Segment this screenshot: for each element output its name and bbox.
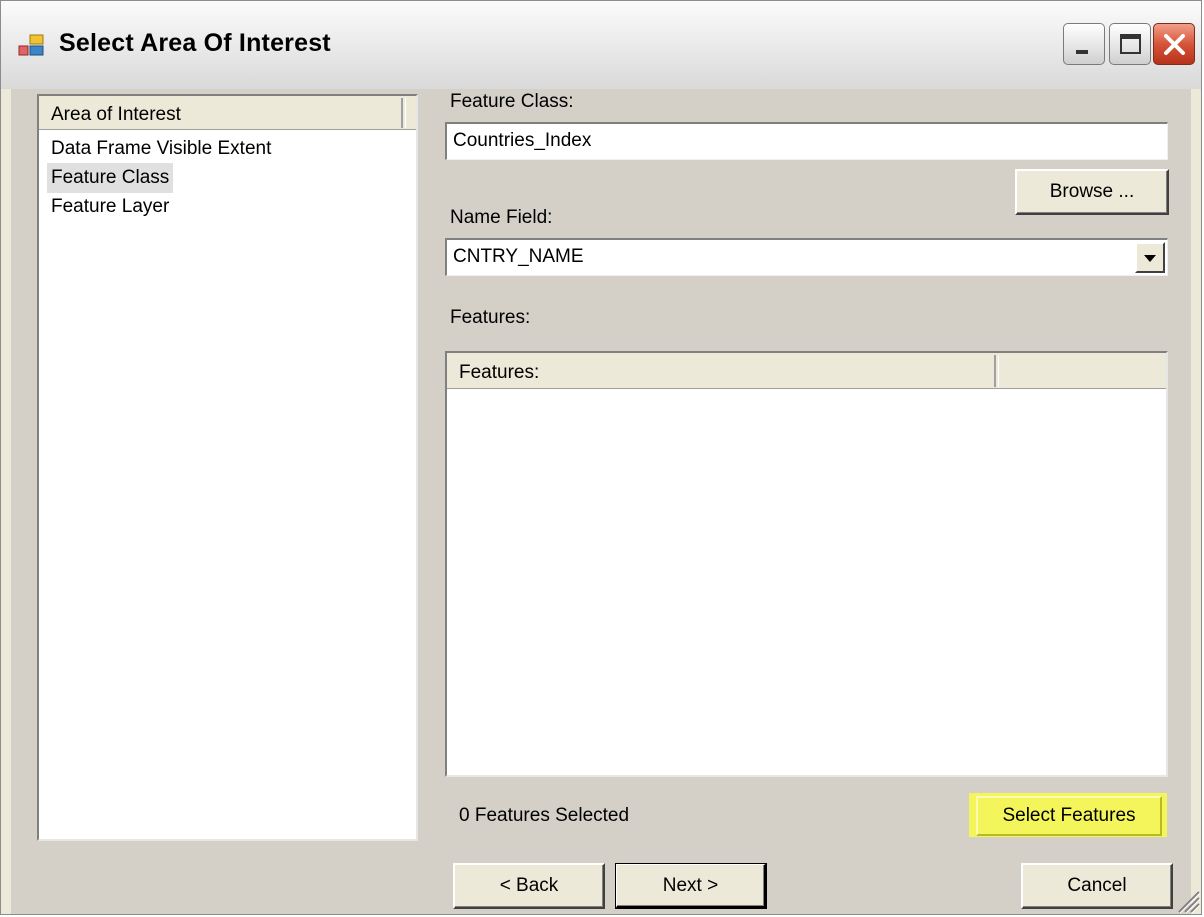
feature-class-label: Feature Class: <box>450 91 574 112</box>
select-area-of-interest-dialog: Select Area Of Interest Area of Interest… <box>0 0 1202 915</box>
dropdown-button[interactable] <box>1135 242 1165 273</box>
list-item-feature-layer[interactable]: Feature Layer <box>47 192 173 222</box>
close-icon <box>1164 34 1185 55</box>
cancel-button-label: Cancel <box>1067 875 1127 896</box>
name-field-label: Name Field: <box>450 207 553 228</box>
column-divider-highlight <box>405 98 406 128</box>
window-title: Select Area Of Interest <box>59 29 331 57</box>
name-field-dropdown[interactable]: CNTRY_NAME <box>445 238 1168 276</box>
column-divider[interactable] <box>401 98 403 128</box>
title-bar[interactable]: Select Area Of Interest <box>1 1 1201 89</box>
features-label: Features: <box>450 307 531 328</box>
app-icon <box>18 34 44 56</box>
close-button[interactable] <box>1153 23 1195 65</box>
select-features-button-label: Select Features <box>1002 805 1136 826</box>
minimize-button[interactable] <box>1063 23 1105 65</box>
features-selected-count: 0 Features Selected <box>459 805 630 826</box>
minimize-icon <box>1076 50 1088 54</box>
features-column-header[interactable]: Features: <box>459 362 539 384</box>
column-divider[interactable] <box>994 355 996 387</box>
back-button-label: < Back <box>499 875 559 896</box>
next-button[interactable]: Next > <box>615 863 767 909</box>
features-list-header[interactable]: Features: <box>447 353 1166 389</box>
select-features-button[interactable]: Select Features <box>976 796 1162 836</box>
feature-class-value: Countries_Index <box>453 130 592 151</box>
list-item-feature-class[interactable]: Feature Class <box>47 163 174 193</box>
area-of-interest-column-header[interactable]: Area of Interest <box>39 96 416 130</box>
browse-button-label: Browse ... <box>1049 181 1135 202</box>
cancel-button[interactable]: Cancel <box>1021 863 1173 909</box>
area-of-interest-list[interactable]: Area of Interest Data Frame Visible Exte… <box>37 94 418 841</box>
name-field-value: CNTRY_NAME <box>453 246 584 267</box>
next-button-label: Next > <box>662 874 719 896</box>
features-list[interactable]: Features: <box>445 351 1168 777</box>
maximize-icon <box>1120 34 1141 54</box>
list-item-data-frame-visible-extent[interactable]: Data Frame Visible Extent <box>47 134 275 164</box>
area-of-interest-header-label: Area of Interest <box>51 104 181 125</box>
feature-class-field[interactable]: Countries_Index <box>445 122 1168 160</box>
maximize-button[interactable] <box>1109 23 1151 65</box>
back-button[interactable]: < Back <box>453 863 605 909</box>
column-divider-highlight <box>998 355 999 387</box>
resize-grip-icon[interactable] <box>1173 886 1201 914</box>
browse-button[interactable]: Browse ... <box>1015 169 1169 215</box>
chevron-down-icon <box>1144 255 1156 262</box>
